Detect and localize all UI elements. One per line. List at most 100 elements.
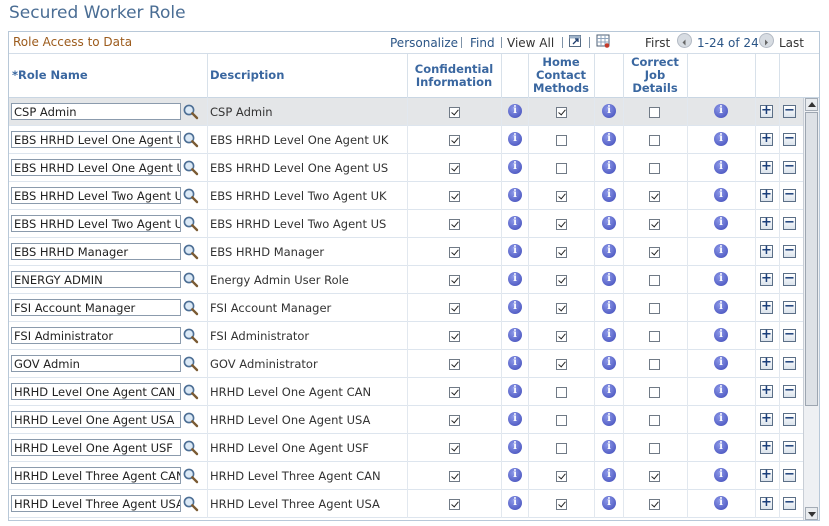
delete-row-button[interactable]: −: [783, 272, 796, 286]
role-name-input[interactable]: HRHD Level Three Agent USA: [11, 495, 181, 512]
delete-row-button[interactable]: −: [783, 244, 796, 258]
info-icon[interactable]: i: [714, 412, 728, 426]
confidential-information-checkbox[interactable]: [449, 191, 460, 202]
add-row-button[interactable]: +: [760, 468, 773, 482]
confidential-information-checkbox[interactable]: [449, 331, 460, 342]
info-icon[interactable]: i: [714, 272, 728, 286]
role-name-input[interactable]: EBS HRHD Level One Agent UK: [11, 131, 181, 148]
vertical-scrollbar[interactable]: [803, 98, 819, 520]
add-row-button[interactable]: +: [760, 104, 773, 118]
correct-job-details-checkbox[interactable]: [649, 303, 660, 314]
lookup-magnifier-icon[interactable]: [182, 243, 199, 260]
add-row-button[interactable]: +: [760, 188, 773, 202]
correct-job-details-checkbox[interactable]: [649, 443, 660, 454]
confidential-information-checkbox[interactable]: [449, 443, 460, 454]
lookup-magnifier-icon[interactable]: [182, 131, 199, 148]
info-icon[interactable]: i: [714, 132, 728, 146]
role-name-input[interactable]: FSI Administrator: [11, 327, 181, 344]
table-row[interactable]: ENERGY ADMIN Energy Admin User Role i i i + −: [9, 266, 803, 294]
col-description[interactable]: Description: [210, 69, 284, 82]
info-icon[interactable]: i: [602, 328, 616, 342]
info-icon[interactable]: i: [714, 496, 728, 510]
lookup-magnifier-icon[interactable]: [182, 355, 199, 372]
view-all-link[interactable]: View All: [507, 36, 554, 50]
confidential-information-checkbox[interactable]: [449, 107, 460, 118]
info-icon[interactable]: i: [714, 328, 728, 342]
lookup-magnifier-icon[interactable]: [182, 187, 199, 204]
info-icon[interactable]: i: [508, 104, 522, 118]
lookup-magnifier-icon[interactable]: [182, 383, 199, 400]
lookup-magnifier-icon[interactable]: [182, 159, 199, 176]
lookup-magnifier-icon[interactable]: [182, 299, 199, 316]
next-chevron-icon[interactable]: [759, 33, 774, 48]
table-row[interactable]: EBS HRHD Level One Agent US EBS HRHD Leve…: [9, 154, 803, 182]
add-row-button[interactable]: +: [760, 216, 773, 230]
table-row[interactable]: FSI Administrator FSI Administrator i i i + −: [9, 322, 803, 350]
info-icon[interactable]: i: [508, 160, 522, 174]
correct-job-details-checkbox[interactable]: [649, 219, 660, 230]
info-icon[interactable]: i: [508, 244, 522, 258]
info-icon[interactable]: i: [602, 160, 616, 174]
info-icon[interactable]: i: [508, 328, 522, 342]
info-icon[interactable]: i: [714, 384, 728, 398]
correct-job-details-checkbox[interactable]: [649, 471, 660, 482]
info-icon[interactable]: i: [602, 216, 616, 230]
info-icon[interactable]: i: [714, 356, 728, 370]
info-icon[interactable]: i: [508, 216, 522, 230]
table-row[interactable]: HRHD Level One Agent USA HRHD Level One A…: [9, 406, 803, 434]
home-contact-methods-checkbox[interactable]: [556, 331, 567, 342]
role-name-input[interactable]: EBS HRHD Manager: [11, 243, 181, 260]
info-icon[interactable]: i: [602, 300, 616, 314]
table-row[interactable]: HRHD Level One Agent CAN HRHD Level One A…: [9, 378, 803, 406]
col-role-name[interactable]: *Role Name: [12, 69, 88, 82]
correct-job-details-checkbox[interactable]: [649, 247, 660, 258]
role-name-input[interactable]: FSI Account Manager: [11, 299, 181, 316]
confidential-information-checkbox[interactable]: [449, 387, 460, 398]
add-row-button[interactable]: +: [760, 328, 773, 342]
lookup-magnifier-icon[interactable]: [182, 215, 199, 232]
col-home-contact-methods[interactable]: Home Contact Methods: [528, 56, 594, 95]
info-icon[interactable]: i: [508, 272, 522, 286]
table-row[interactable]: CSP Admin CSP Admin i i i + −: [9, 98, 803, 126]
info-icon[interactable]: i: [508, 356, 522, 370]
scroll-thumb[interactable]: [805, 112, 818, 406]
home-contact-methods-checkbox[interactable]: [556, 219, 567, 230]
role-name-input[interactable]: HRHD Level One Agent CAN: [11, 383, 181, 400]
delete-row-button[interactable]: −: [783, 384, 796, 398]
delete-row-button[interactable]: −: [783, 496, 796, 510]
add-row-button[interactable]: +: [760, 412, 773, 426]
lookup-magnifier-icon[interactable]: [182, 439, 199, 456]
home-contact-methods-checkbox[interactable]: [556, 163, 567, 174]
table-row[interactable]: EBS HRHD Level Two Agent UK EBS HRHD Leve…: [9, 182, 803, 210]
home-contact-methods-checkbox[interactable]: [556, 387, 567, 398]
correct-job-details-checkbox[interactable]: [649, 107, 660, 118]
table-row[interactable]: FSI Account Manager FSI Account Manager i i…: [9, 294, 803, 322]
info-icon[interactable]: i: [508, 132, 522, 146]
info-icon[interactable]: i: [508, 468, 522, 482]
correct-job-details-checkbox[interactable]: [649, 135, 660, 146]
home-contact-methods-checkbox[interactable]: [556, 471, 567, 482]
personalize-link[interactable]: Personalize: [390, 36, 458, 50]
correct-job-details-checkbox[interactable]: [649, 359, 660, 370]
confidential-information-checkbox[interactable]: [449, 219, 460, 230]
col-confidential-information[interactable]: Confidential Information: [407, 63, 501, 89]
home-contact-methods-checkbox[interactable]: [556, 499, 567, 510]
add-row-button[interactable]: +: [760, 384, 773, 398]
info-icon[interactable]: i: [602, 440, 616, 454]
info-icon[interactable]: i: [602, 496, 616, 510]
lookup-magnifier-icon[interactable]: [182, 495, 199, 512]
table-row[interactable]: EBS HRHD Level Two Agent US EBS HRHD Leve…: [9, 210, 803, 238]
info-icon[interactable]: i: [714, 440, 728, 454]
role-name-input[interactable]: EBS HRHD Level Two Agent US: [11, 215, 181, 232]
confidential-information-checkbox[interactable]: [449, 135, 460, 146]
lookup-magnifier-icon[interactable]: [182, 327, 199, 344]
delete-row-button[interactable]: −: [783, 412, 796, 426]
info-icon[interactable]: i: [602, 468, 616, 482]
correct-job-details-checkbox[interactable]: [649, 499, 660, 510]
role-name-input[interactable]: CSP Admin: [11, 103, 181, 120]
confidential-information-checkbox[interactable]: [449, 303, 460, 314]
delete-row-button[interactable]: −: [783, 300, 796, 314]
delete-row-button[interactable]: −: [783, 468, 796, 482]
role-name-input[interactable]: HRHD Level Three Agent CAN: [11, 467, 181, 484]
correct-job-details-checkbox[interactable]: [649, 163, 660, 174]
